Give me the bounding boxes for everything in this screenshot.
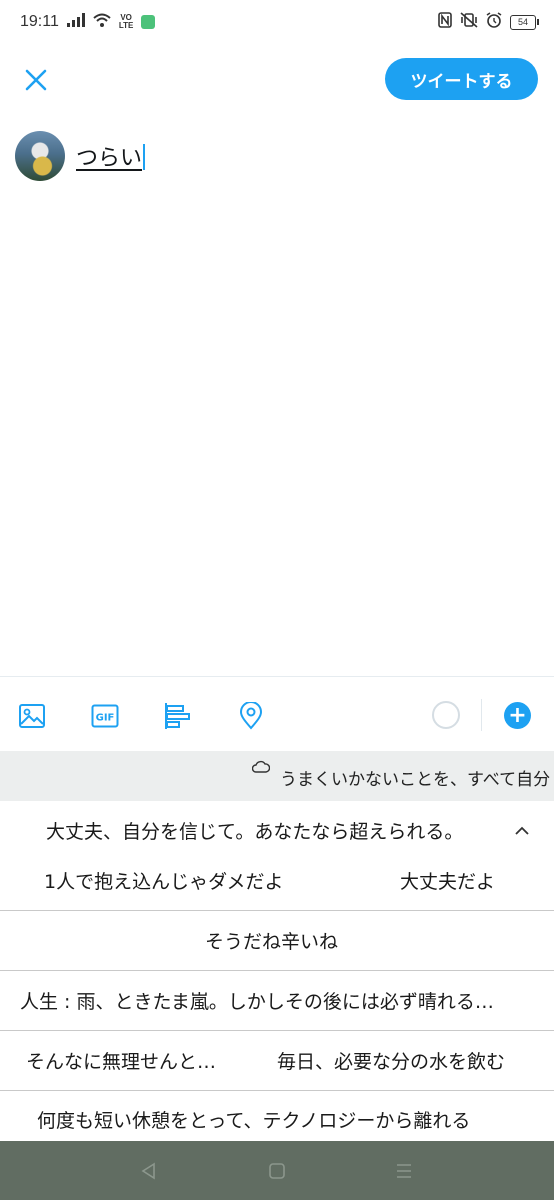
alarm-icon	[486, 12, 502, 32]
poll-icon[interactable]	[163, 701, 193, 731]
candidate-item[interactable]: 大丈夫だよ	[400, 851, 495, 910]
close-icon	[25, 69, 47, 91]
gif-icon[interactable]: GIF	[90, 701, 120, 731]
tweet-text: つらい	[76, 146, 143, 171]
cloud-icon	[251, 759, 271, 778]
tweet-text-input[interactable]: つらい	[76, 140, 146, 172]
navigation-bar	[0, 1141, 554, 1200]
volte-indicator: VO LTE	[119, 14, 134, 30]
candidate-item[interactable]: 何度も短い休憩をとって、テクノロジーから離れる	[37, 1091, 470, 1147]
battery-icon: 54	[510, 14, 539, 30]
candidate-item[interactable]: 人生 : 雨、ときたま嵐。しかしその後には必ず晴れる…	[20, 971, 494, 1030]
status-bar: 19:11 VO LTE 54	[0, 0, 554, 44]
app-notification-icon	[141, 15, 156, 29]
cloud-suggestion-strip[interactable]: うまくいかないことを、すべて自分	[0, 751, 554, 801]
wifi-icon	[93, 13, 111, 31]
text-cursor	[143, 144, 146, 170]
candidate-row: そうだね辛いね	[0, 911, 554, 971]
back-icon[interactable]	[136, 1159, 160, 1183]
avatar[interactable]	[15, 131, 65, 181]
vibrate-icon	[460, 12, 478, 32]
cloud-suggestion-text: うまくいかないことを、すべて自分	[280, 770, 551, 790]
recents-icon[interactable]	[392, 1159, 416, 1183]
character-count-ring	[432, 701, 460, 729]
candidate-row: そんなに無理せんと… 毎日、必要な分の水を飲む	[0, 1031, 554, 1091]
nfc-icon	[438, 12, 452, 32]
candidate-row: 人生 : 雨、ときたま嵐。しかしその後には必ず晴れる…	[0, 971, 554, 1031]
candidate-item[interactable]: 1人で抱え込んじゃダメだよ	[44, 851, 284, 910]
gif-label: GIF	[96, 713, 115, 724]
image-icon[interactable]	[17, 701, 47, 731]
status-time: 19:11	[20, 13, 59, 30]
candidate-item[interactable]: そうだね辛いね	[205, 911, 338, 970]
toolbar-divider	[481, 699, 482, 731]
candidate-item[interactable]: そんなに無理せんと…	[26, 1031, 216, 1090]
tweet-button[interactable]: ツイートする	[385, 58, 538, 100]
location-icon[interactable]	[236, 701, 266, 731]
signal-icon	[66, 13, 85, 31]
candidate-row: 何度も短い休憩をとって、テクノロジーから離れる	[0, 1091, 554, 1141]
add-tweet-button[interactable]: +	[504, 702, 531, 729]
candidate-item[interactable]: 毎日、必要な分の水を飲む	[277, 1031, 505, 1090]
volte-bottom: LTE	[118, 21, 134, 30]
compose-toolbar: GIF +	[0, 676, 554, 751]
plus-icon: +	[508, 702, 527, 728]
candidate-row: 1人で抱え込んじゃダメだよ 大丈夫だよ	[0, 851, 554, 911]
chevron-up-icon[interactable]	[512, 821, 532, 841]
close-button[interactable]	[18, 62, 54, 98]
home-icon[interactable]	[265, 1159, 289, 1183]
